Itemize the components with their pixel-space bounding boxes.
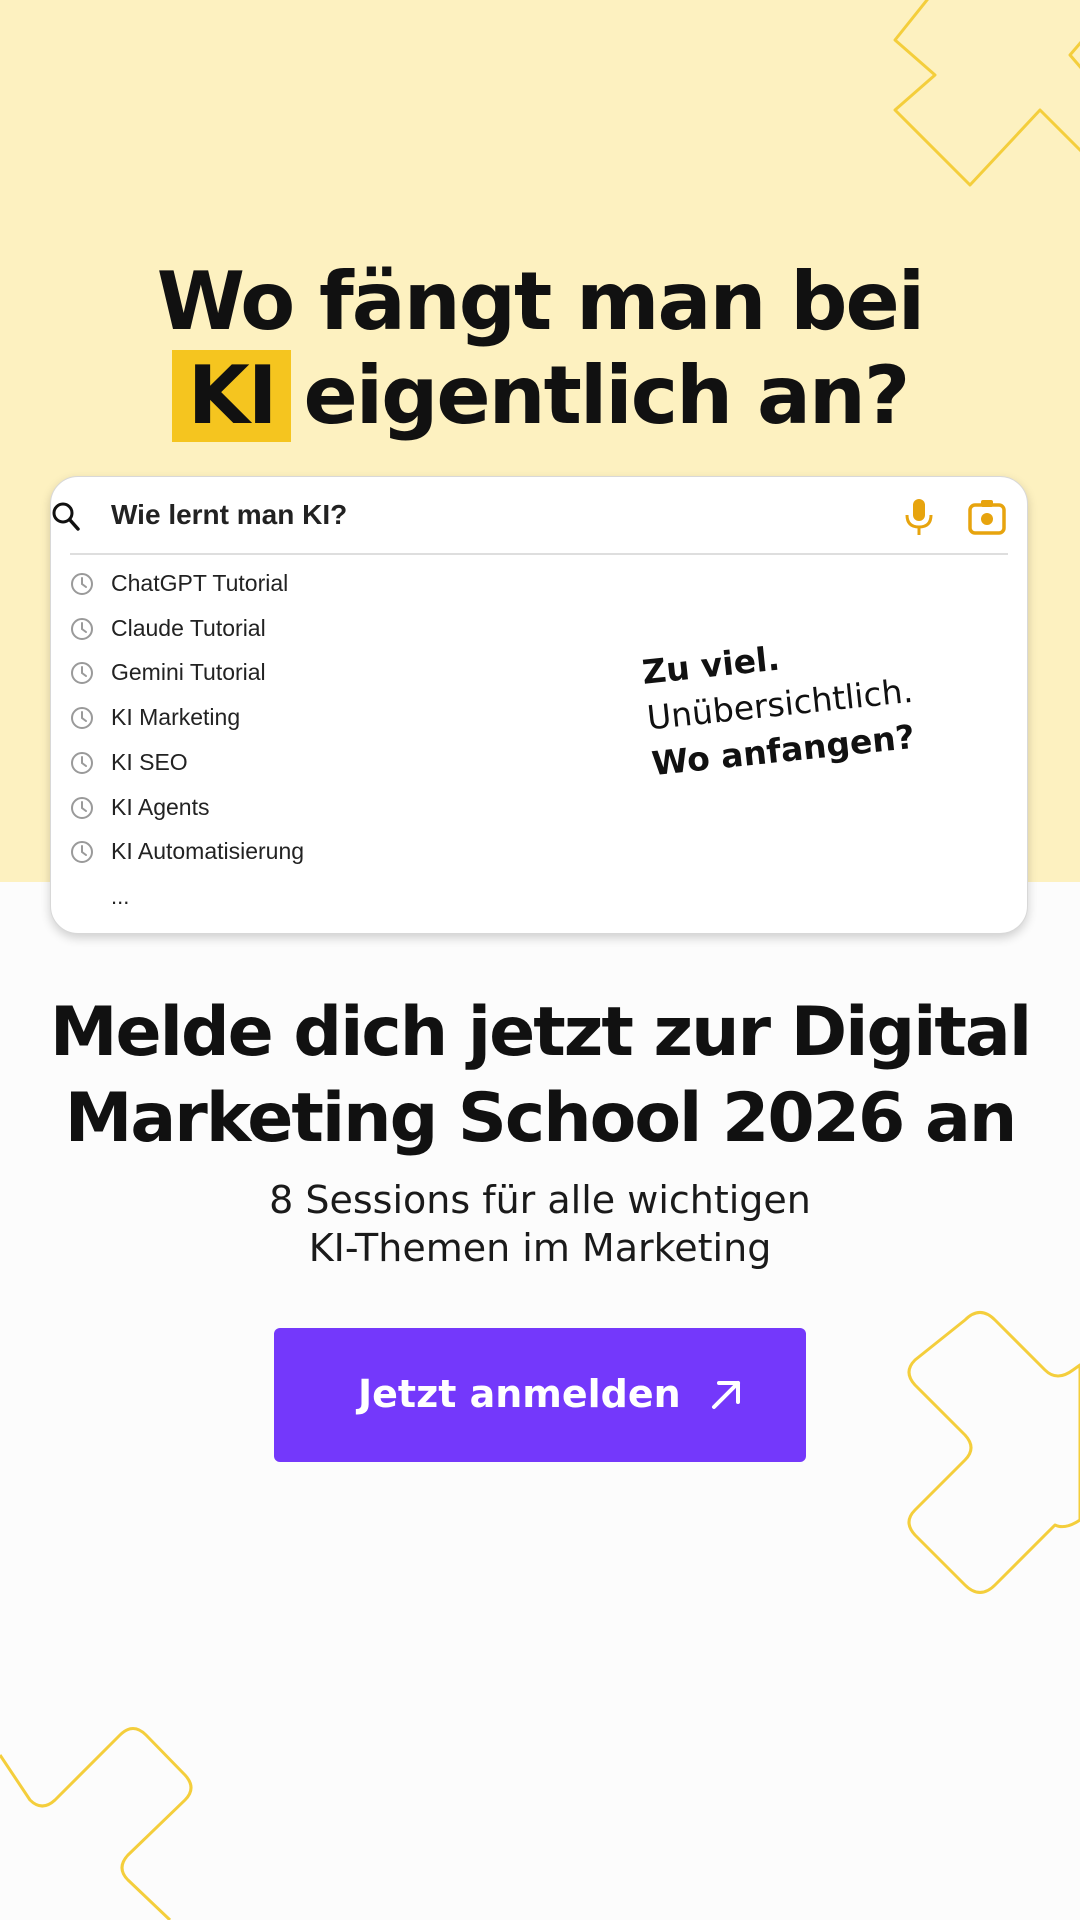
hero-headline: Wo fängt man bei KI eigentlich an? (0, 255, 1080, 443)
suggestion-label: KI Automatisierung (111, 838, 305, 865)
decorative-cross-mid-right (907, 1311, 1080, 1594)
suggestion-label: Gemini Tutorial (111, 659, 266, 686)
suggestion-label: KI Agents (111, 793, 210, 820)
arrow-up-right-icon (712, 1381, 740, 1409)
decorative-cross-bottom-left (0, 1727, 193, 1920)
hero-headline-line2: KI eigentlich an? (0, 349, 1080, 443)
suggestion-item[interactable]: KI Automatisierung (70, 835, 510, 869)
search-icon (52, 502, 80, 531)
suggestion-label: ChatGPT Tutorial (111, 570, 289, 596)
decorative-cross-top-right (893, 0, 1080, 187)
history-icon (71, 796, 93, 819)
cta-subtitle-line2: KI-Themen im Marketing (308, 1226, 772, 1270)
suggestion-item[interactable]: Claude Tutorial (70, 612, 510, 646)
microphone-icon[interactable] (901, 497, 937, 537)
suggestion-label: Claude Tutorial (111, 614, 266, 641)
hero-headline-line1: Wo fängt man bei (156, 255, 925, 348)
suggestion-label: KI Marketing (111, 704, 241, 731)
cta-subtitle: 8 Sessions für alle wichtigen KI-Themen … (0, 1176, 1080, 1272)
cta-title-line1: Melde dich jetzt zur Digital (49, 993, 1032, 1072)
history-icon (71, 751, 93, 774)
history-icon (71, 707, 93, 730)
history-icon (71, 573, 93, 595)
register-button-label: Jetzt anmelden (358, 1372, 681, 1416)
more-suggestions: ... (111, 884, 130, 909)
history-icon (71, 617, 93, 640)
search-input[interactable]: Wie lernt man KI? (111, 499, 347, 531)
cta-subtitle-line1: 8 Sessions für alle wichtigen (269, 1178, 811, 1222)
history-icon (71, 841, 93, 864)
history-icon (71, 662, 93, 685)
suggestion-item[interactable]: KI SEO (70, 746, 510, 780)
suggestion-item[interactable]: KI Marketing (70, 701, 510, 735)
suggestion-label: KI SEO (111, 748, 188, 775)
ki-highlight: KI (171, 350, 292, 442)
hero-headline-line2-rest: eigentlich an? (303, 349, 910, 442)
suggestion-item[interactable]: ChatGPT Tutorial (70, 567, 510, 601)
search-divider (70, 553, 1008, 555)
handwritten-note: Zu viel. Unübersichtlich. Wo anfangen? (640, 622, 920, 787)
cta-title: Melde dich jetzt zur Digital Marketing S… (0, 990, 1080, 1162)
register-button[interactable]: Jetzt anmelden (274, 1328, 806, 1462)
cta-title-line2: Marketing School 2026 an (64, 1079, 1018, 1158)
suggestion-item[interactable]: KI Agents (70, 791, 510, 825)
suggestion-item[interactable]: Gemini Tutorial (70, 656, 510, 690)
camera-icon[interactable] (967, 497, 1007, 537)
